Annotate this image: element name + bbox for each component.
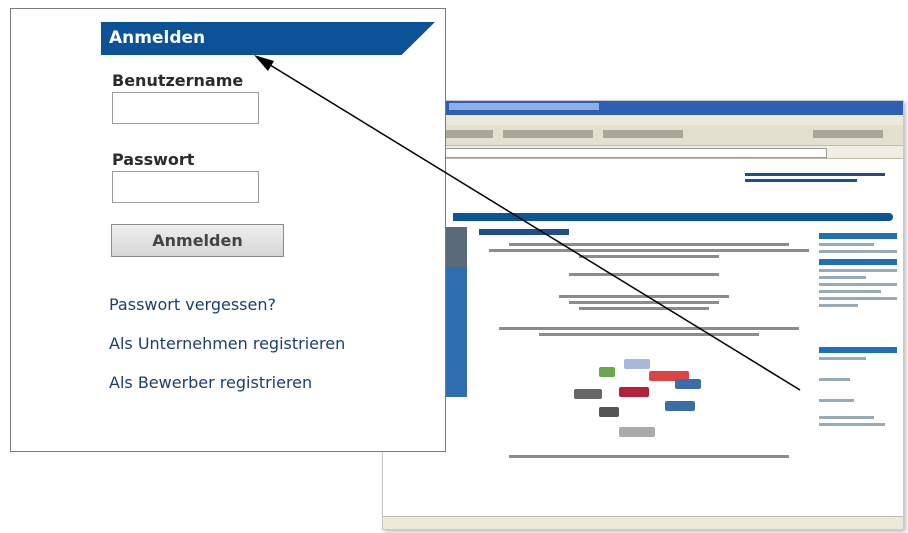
callout-arrow bbox=[254, 55, 801, 391]
